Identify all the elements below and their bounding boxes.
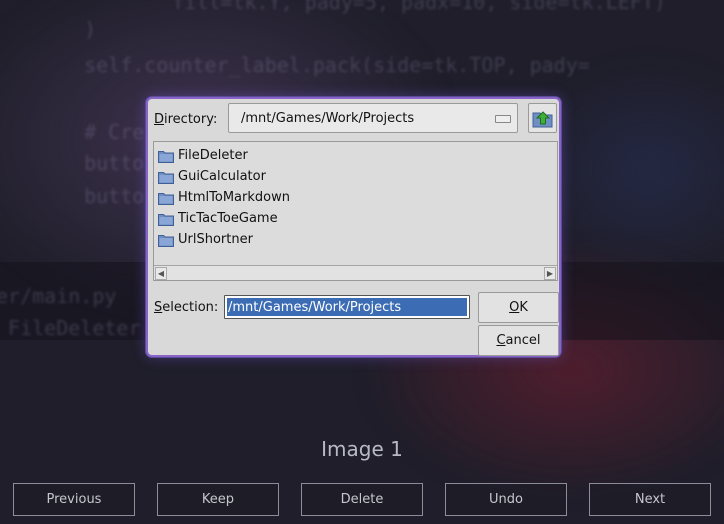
directory-dialog: Directory: /mnt/Games/Work/Projects File…: [146, 97, 561, 357]
directory-value: /mnt/Games/Work/Projects: [241, 111, 415, 126]
folder-name: HtmlToMarkdown: [178, 190, 290, 205]
scroll-right-icon[interactable]: ▶: [544, 267, 556, 280]
horizontal-scrollbar[interactable]: ◀ ▶: [154, 265, 557, 280]
folder-icon: [158, 235, 174, 247]
background-code-line: FileDeleter: [0, 316, 141, 340]
background-code-line: self.counter_label.pack(side=tk.TOP, pad…: [60, 53, 590, 77]
ok-button[interactable]: OK: [478, 292, 559, 323]
folder-name: TicTacToeGame: [178, 211, 278, 226]
background-code-line: er/main.py: [0, 284, 117, 308]
next-button[interactable]: Next: [589, 483, 711, 516]
folder-icon: [158, 151, 174, 163]
folder-icon: [158, 214, 174, 226]
folder-name: FileDeleter: [178, 148, 248, 163]
folder-up-icon: [532, 111, 553, 128]
dropdown-icon[interactable]: [495, 115, 511, 123]
selection-label: Selection:: [154, 300, 219, 315]
image-counter-label: Image 1: [321, 437, 403, 461]
background-code-line: ): [60, 17, 97, 41]
previous-button[interactable]: Previous: [13, 483, 135, 516]
folder-icon: [158, 193, 174, 205]
cancel-button[interactable]: Cancel: [478, 325, 559, 356]
keep-button[interactable]: Keep: [157, 483, 279, 516]
directory-label: Directory:: [154, 112, 218, 127]
delete-button[interactable]: Delete: [301, 483, 423, 516]
folder-name: UrlShortner: [178, 232, 253, 247]
selection-field-frame: [224, 295, 470, 319]
file-list[interactable]: FileDeleter GuiCalculator HtmlToMarkdown…: [153, 141, 558, 281]
folder-name: GuiCalculator: [178, 169, 266, 184]
selection-input[interactable]: [227, 298, 467, 316]
directory-combobox[interactable]: /mnt/Games/Work/Projects: [228, 103, 518, 133]
folder-icon: [158, 172, 174, 184]
folder-up-button[interactable]: [528, 103, 557, 133]
background-code-line: fill=tk.Y, pady=5, padx=10, side=tk.LEFT…: [100, 0, 666, 14]
background-code-line: button: [60, 151, 157, 175]
undo-button[interactable]: Undo: [445, 483, 567, 516]
scroll-left-icon[interactable]: ◀: [155, 267, 167, 280]
